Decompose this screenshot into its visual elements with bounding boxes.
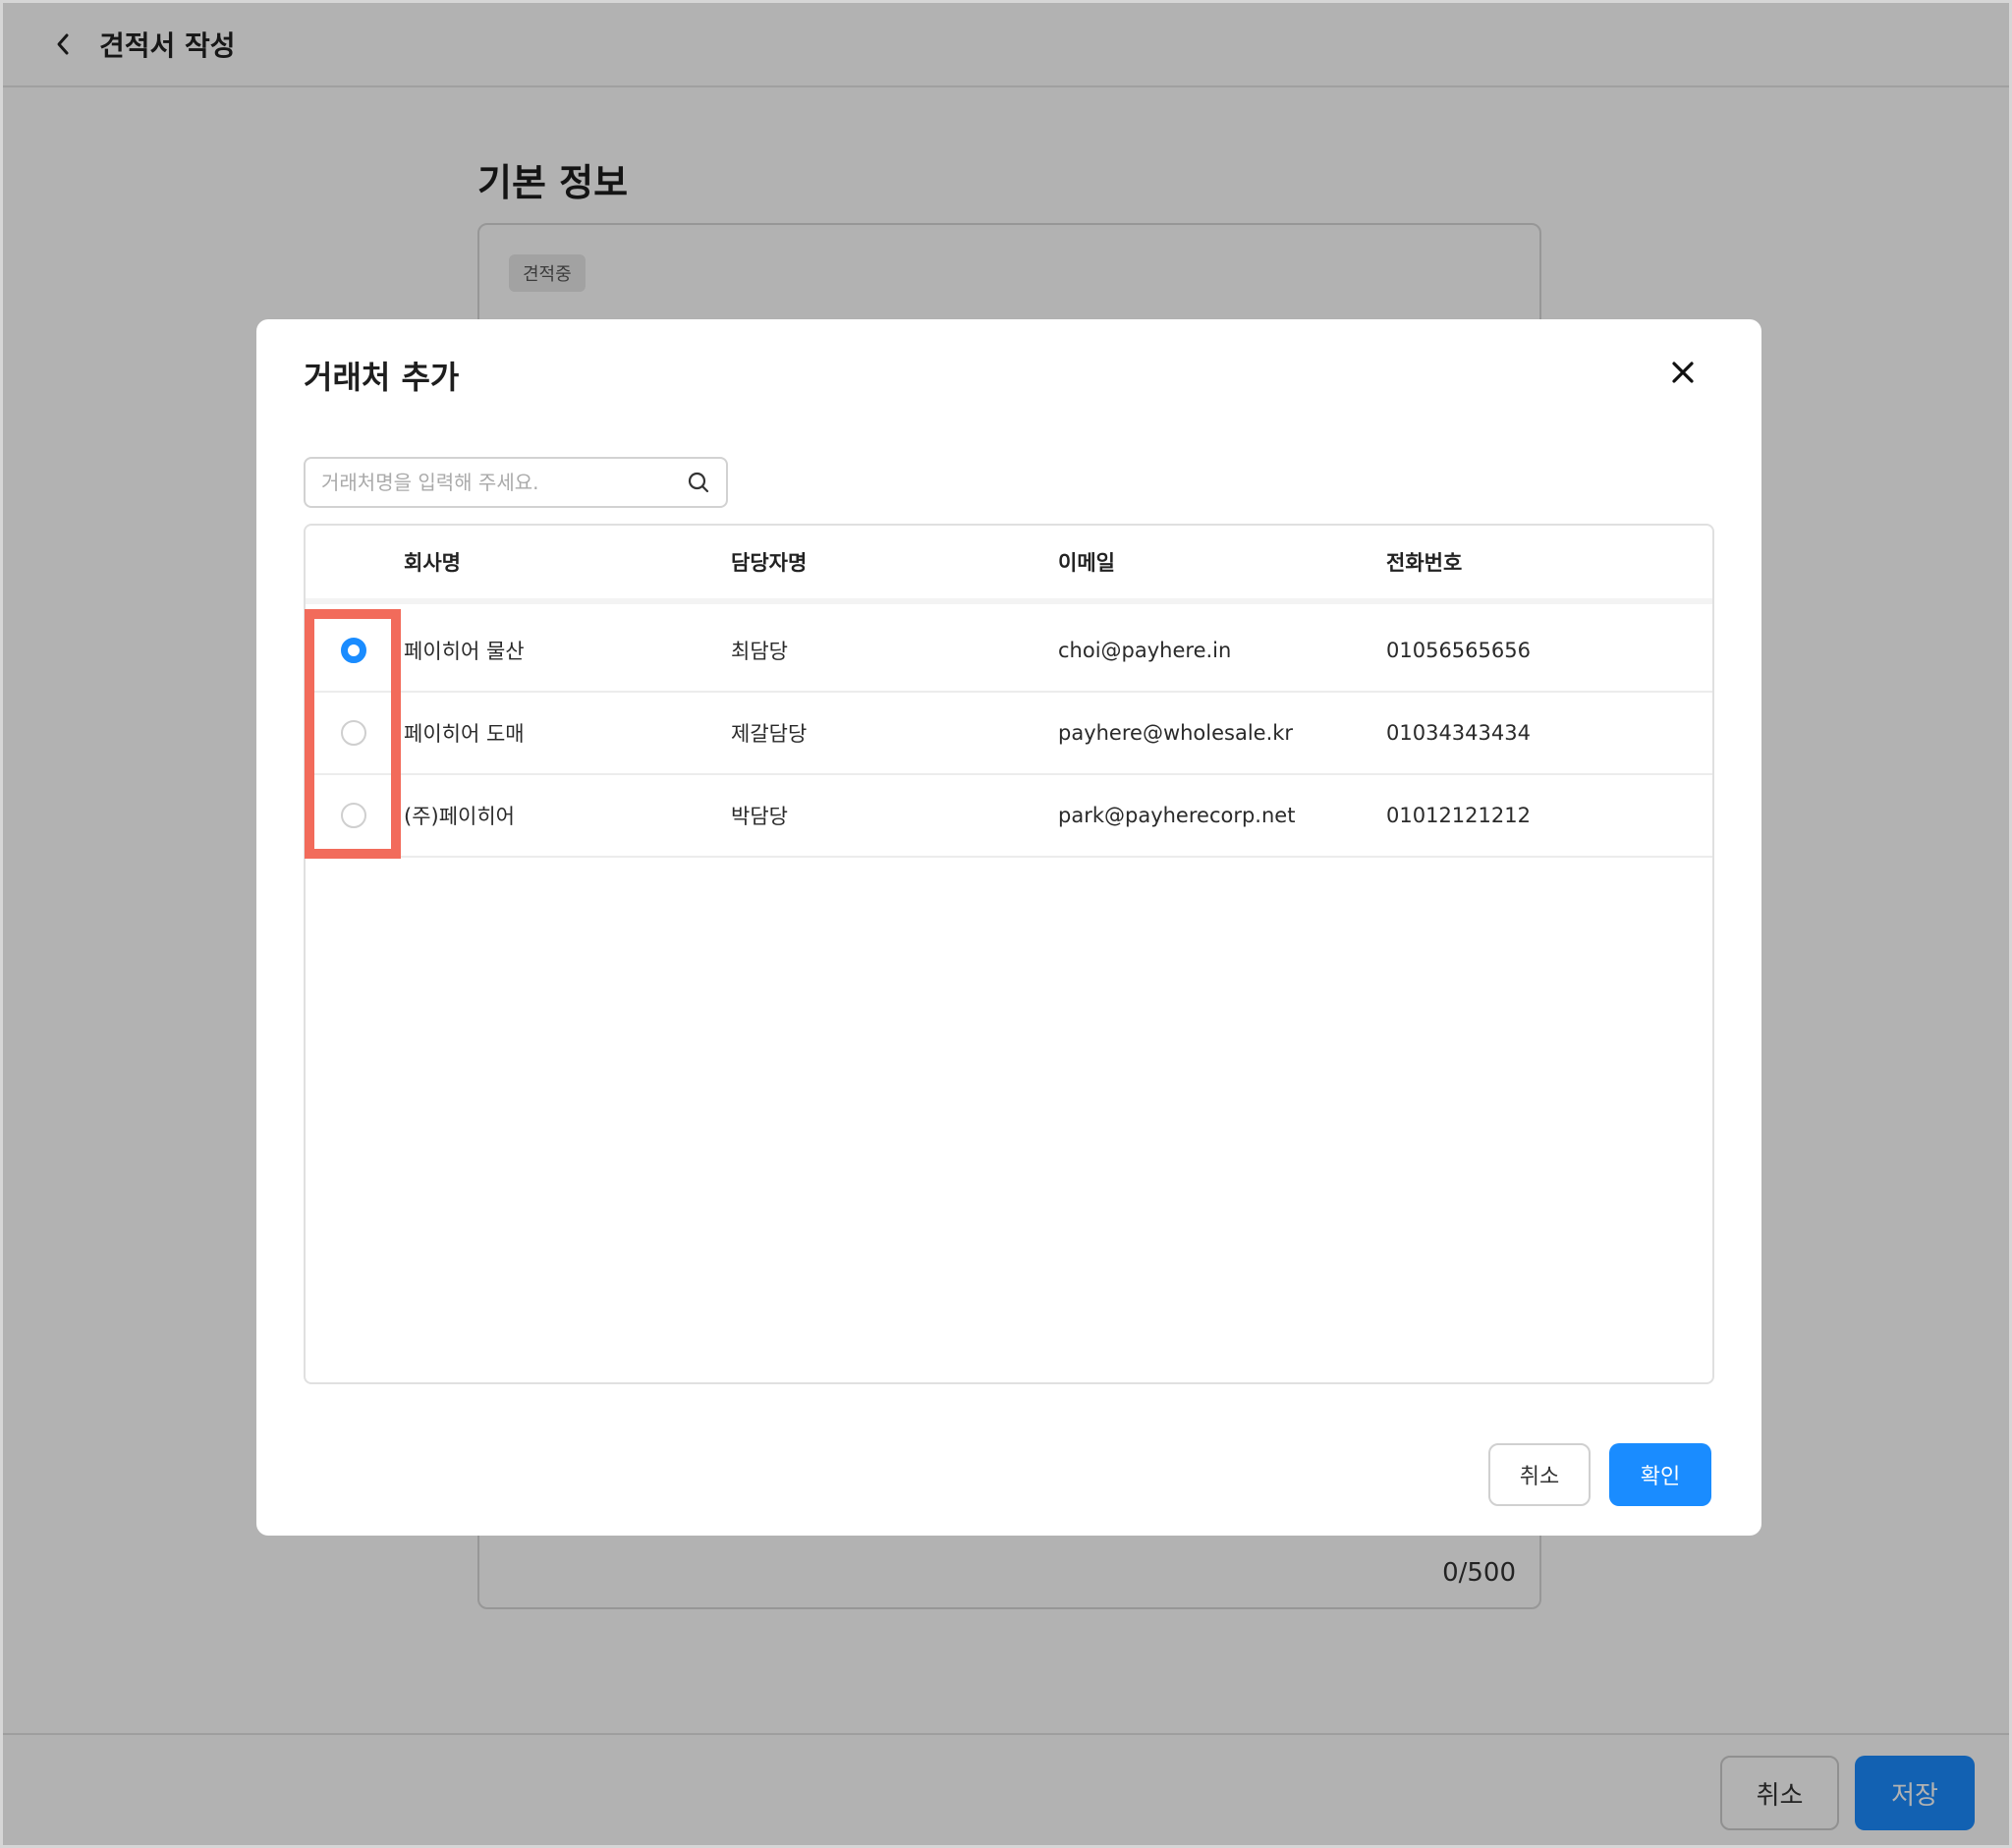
table-row[interactable]: 페이히어 물산 최담당 choi@payhere.in 01056565656 <box>306 610 1712 693</box>
column-header-phone: 전화번호 <box>1386 551 1463 575</box>
table-header: 회사명 담당자명 이메일 전화번호 <box>306 526 1712 604</box>
client-table: 회사명 담당자명 이메일 전화번호 페이히어 물산 최담당 choi@payhe… <box>304 524 1714 1384</box>
cell-manager: 제갈담당 <box>731 722 808 746</box>
search-field <box>304 457 728 508</box>
close-button[interactable] <box>1663 355 1703 394</box>
search-input[interactable] <box>321 471 685 494</box>
close-icon <box>1670 360 1696 389</box>
table-row[interactable]: (주)페이히어 박담당 park@payherecorp.net 0101212… <box>306 775 1712 858</box>
cell-company: (주)페이히어 <box>404 805 515 828</box>
cell-manager: 최담당 <box>731 640 788 663</box>
column-header-manager: 담당자명 <box>731 551 808 575</box>
column-header-email: 이메일 <box>1058 551 1115 575</box>
modal-cancel-button[interactable]: 취소 <box>1488 1443 1591 1506</box>
cell-company: 페이히어 도매 <box>404 722 525 746</box>
cell-phone: 01056565656 <box>1386 639 1531 662</box>
modal-confirm-button[interactable]: 확인 <box>1609 1443 1711 1506</box>
add-client-modal: 거래처 추가 회사명 담당자명 이메일 전화번호 페이히어 물산 최담당 <box>256 319 1761 1536</box>
cell-email: park@payherecorp.net <box>1058 804 1296 827</box>
cell-email: payhere@wholesale.kr <box>1058 721 1294 745</box>
cell-phone: 01034343434 <box>1386 721 1531 745</box>
cell-manager: 박담당 <box>731 805 788 828</box>
row-radio[interactable] <box>341 803 366 828</box>
cell-email: choi@payhere.in <box>1058 639 1232 662</box>
app-window: 견적서 작성 기본 정보 견적중 0/500 취소 저장 거래처 추가 회사명 … <box>0 0 2012 1848</box>
row-radio[interactable] <box>341 720 366 746</box>
cell-phone: 01012121212 <box>1386 804 1531 827</box>
modal-title: 거래처 추가 <box>304 359 460 396</box>
column-header-company: 회사명 <box>404 551 461 575</box>
search-icon[interactable] <box>685 469 712 496</box>
cell-company: 페이히어 물산 <box>404 640 525 663</box>
row-radio-selected[interactable] <box>341 638 366 663</box>
table-row[interactable]: 페이히어 도매 제갈담당 payhere@wholesale.kr 010343… <box>306 693 1712 775</box>
